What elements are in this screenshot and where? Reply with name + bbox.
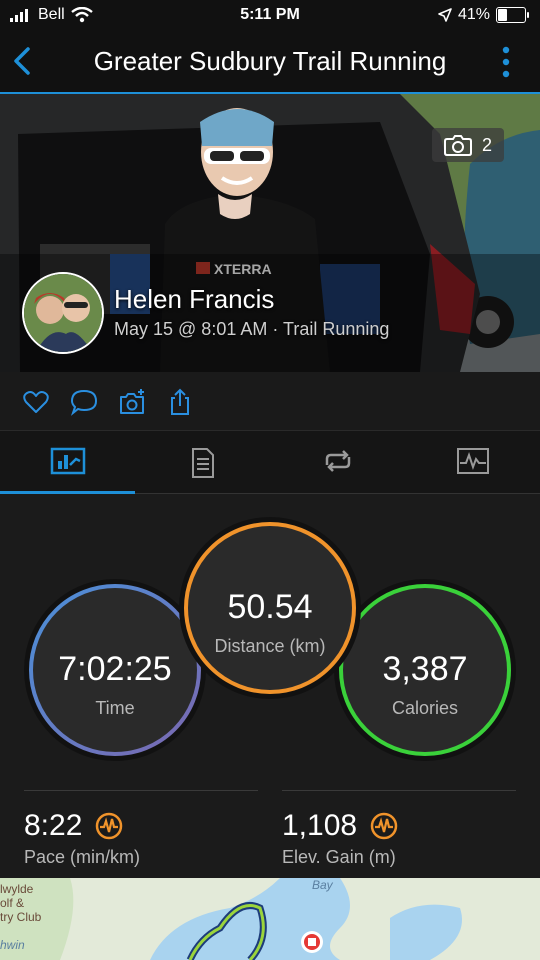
activity-stats: 7:02:25 Time 3,387 Calories 50.54 Distan… [0, 494, 540, 878]
location-arrow-icon [438, 8, 452, 22]
camera-icon [443, 135, 472, 156]
more-options-icon[interactable] [502, 46, 510, 78]
time-value: 7:02:25 [58, 650, 172, 688]
tab-charts[interactable] [405, 431, 540, 493]
tab-details[interactable] [135, 431, 270, 493]
page-title: Greater Sudbury Trail Running [93, 46, 447, 76]
map-label: lwylde [0, 882, 34, 896]
map-label: try Club [0, 910, 42, 924]
activity-date-type: May 15 @ 8:01 AM · Trail Running [114, 319, 390, 339]
map-illustration [0, 878, 540, 960]
photo-count-badge[interactable]: 2 [432, 128, 504, 162]
graph-icon [456, 448, 489, 474]
activity-photo[interactable]: XTERRA 2 Helen Francis May 15 @ 8:01 AM … [0, 94, 540, 372]
pace-stat[interactable]: 8:22 Pace (min/km) [24, 790, 258, 868]
calories-label: Calories [391, 698, 459, 718]
elevation-label: Elev. Gain (m) [282, 847, 396, 867]
photo-count: 2 [481, 134, 492, 155]
distance-label: Distance (km) [214, 636, 326, 656]
map-label: hwin [0, 938, 25, 952]
calories-value: 3,387 [382, 650, 468, 688]
elevation-stat[interactable]: 1,108 Elev. Gain (m) [282, 790, 516, 868]
avatar-image [24, 274, 102, 352]
share-icon[interactable] [166, 388, 194, 416]
distance-stat[interactable]: 50.54 Distance (km) [186, 524, 354, 692]
distance-value: 50.54 [227, 588, 313, 626]
map-label: olf & [0, 896, 25, 910]
status-bar: Bell 5:11 PM 41% [0, 0, 540, 32]
nav-bar: Greater Sudbury Trail Running [0, 32, 540, 94]
comment-icon[interactable] [70, 388, 98, 416]
pace-value: 8:22 [24, 809, 83, 842]
battery-percent: 41% [457, 6, 490, 23]
performance-badge-icon[interactable] [94, 811, 124, 841]
heart-icon[interactable] [22, 388, 50, 416]
elevation-value: 1,108 [282, 809, 358, 842]
summary-chart-icon [50, 447, 85, 475]
laps-icon [325, 450, 350, 472]
time-label: Time [95, 698, 135, 718]
back-chevron-icon[interactable] [12, 46, 32, 76]
document-icon [191, 448, 214, 478]
pace-label: Pace (min/km) [24, 847, 141, 867]
map-label: Bay [312, 878, 333, 892]
athlete-name[interactable]: Helen Francis [114, 284, 274, 315]
camera-plus-icon[interactable] [118, 388, 146, 416]
action-bar [0, 372, 540, 431]
performance-badge-icon[interactable] [369, 811, 399, 841]
tab-summary[interactable] [0, 431, 135, 494]
avatar[interactable] [22, 272, 104, 354]
calories-stat[interactable]: 3,387 Calories [341, 586, 509, 754]
time-stat[interactable]: 7:02:25 Time [31, 586, 199, 754]
route-map[interactable]: lwylde olf & try Club hwin Bay [0, 878, 540, 960]
tab-laps[interactable] [270, 431, 405, 493]
tab-bar [0, 431, 540, 494]
battery-icon [496, 7, 529, 23]
